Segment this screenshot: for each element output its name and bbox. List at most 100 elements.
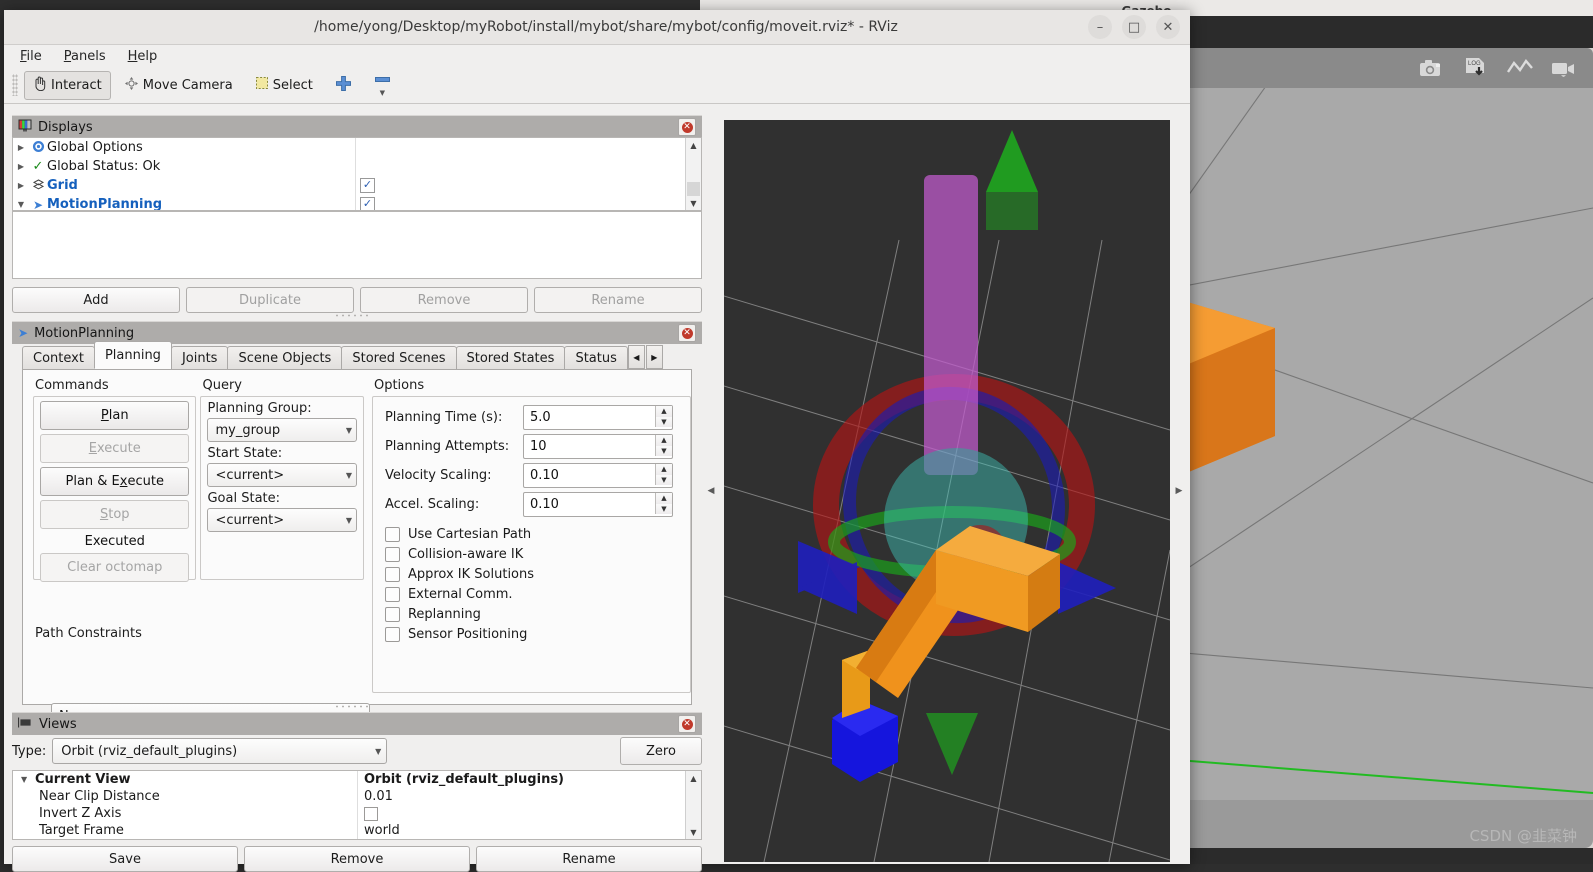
views-row-value[interactable]: 0.01	[357, 788, 673, 805]
save-view-button[interactable]: Save	[12, 846, 238, 872]
planning-attempts-input[interactable]	[523, 438, 650, 455]
stepper-buttons[interactable]: ▲ ▼	[654, 435, 672, 456]
minimize-button[interactable]: –	[1088, 15, 1112, 39]
zero-button[interactable]: Zero	[620, 737, 702, 765]
expand-arrow-icon[interactable]: ▶	[13, 181, 29, 190]
views-splitter-grip[interactable]	[334, 704, 370, 709]
stepper-down-icon[interactable]: ▼	[654, 445, 672, 456]
clear-octomap-button[interactable]: Clear octomap	[40, 553, 190, 582]
stop-button[interactable]: Stop	[40, 500, 190, 529]
views-close-button[interactable]: ✕	[678, 715, 696, 733]
use-cartesian-path-checkbox[interactable]: Use Cartesian Path	[373, 527, 690, 542]
panel-splitter-grip[interactable]	[334, 313, 370, 318]
stepper-down-icon[interactable]: ▼	[654, 503, 672, 514]
stepper-buttons[interactable]: ▲ ▼	[654, 493, 672, 514]
external-comm-checkbox[interactable]: External Comm.	[373, 587, 690, 602]
menu-file[interactable]: File	[20, 49, 42, 64]
tool-remove[interactable]: ▼	[365, 68, 400, 102]
tab-status[interactable]: Status	[564, 346, 628, 369]
sensor-positioning-checkbox[interactable]: Sensor Positioning	[373, 627, 690, 642]
tool-select[interactable]: Select	[246, 71, 322, 99]
rename-view-button[interactable]: Rename	[476, 846, 702, 872]
tool-add[interactable]	[326, 70, 361, 101]
velocity-scaling-stepper[interactable]: ▲ ▼	[522, 463, 673, 488]
remove-view-button[interactable]: Remove	[244, 846, 470, 872]
views-tree[interactable]: ▼ Current View Orbit (rviz_default_plugi…	[12, 770, 702, 840]
tab-joints[interactable]: Joints	[170, 346, 229, 369]
tree-row[interactable]: ▼ ➤ MotionPlanning ✓	[13, 195, 701, 210]
stepper-down-icon[interactable]: ▼	[654, 474, 672, 485]
tab-scroll-left-icon[interactable]: ◀	[627, 345, 645, 369]
display-enabled-checkbox[interactable]: ✓	[360, 197, 375, 210]
planning-time-stepper[interactable]: ▲ ▼	[522, 405, 673, 430]
stepper-up-icon[interactable]: ▲	[654, 493, 672, 504]
duplicate-button[interactable]: Duplicate	[186, 287, 354, 313]
tab-scene-objects[interactable]: Scene Objects	[227, 346, 343, 369]
menu-panels[interactable]: Panels	[64, 49, 106, 64]
tab-planning[interactable]: Planning	[93, 341, 172, 369]
viewport-splitter-left[interactable]: ◀	[704, 120, 718, 862]
plot-icon[interactable]	[1505, 55, 1535, 81]
displays-scrollbar[interactable]: ▲ ▼	[685, 138, 701, 210]
planning-attempts-stepper[interactable]: ▲ ▼	[522, 434, 673, 459]
stepper-up-icon[interactable]: ▲	[654, 435, 672, 446]
stepper-up-icon[interactable]: ▲	[654, 464, 672, 475]
stepper-buttons[interactable]: ▲ ▼	[654, 464, 672, 485]
start-state-select[interactable]: <current> ▼	[207, 463, 357, 487]
goal-state-select[interactable]: <current> ▼	[207, 508, 357, 532]
collision-aware-ik-checkbox[interactable]: Collision-aware IK	[373, 547, 690, 562]
tab-stored-scenes[interactable]: Stored Scenes	[341, 346, 457, 369]
expand-arrow-icon[interactable]: ▶	[13, 162, 29, 171]
tree-row[interactable]: ▶ Global Options	[13, 138, 701, 157]
motion-planning-close-button[interactable]: ✕	[678, 324, 696, 342]
viewport-splitter-right[interactable]: ▶	[1172, 120, 1186, 862]
tree-row[interactable]: ▶ ✓ Global Status: Ok	[13, 157, 701, 176]
stepper-buttons[interactable]: ▲ ▼	[654, 406, 672, 427]
scroll-down-icon[interactable]: ▼	[686, 825, 701, 839]
stepper-down-icon[interactable]: ▼	[654, 416, 672, 427]
menu-help[interactable]: Help	[128, 49, 158, 64]
tab-scroll-right-icon[interactable]: ▶	[645, 345, 663, 369]
plan-and-execute-button[interactable]: Plan & Ex ecute	[40, 467, 190, 496]
views-scrollbar[interactable]: ▲ ▼	[685, 771, 701, 839]
execute-button[interactable]: Execute	[40, 434, 190, 463]
video-icon[interactable]	[1549, 55, 1579, 81]
tool-move-camera[interactable]: Move Camera	[115, 71, 242, 100]
log-icon[interactable]: LOG	[1461, 55, 1491, 81]
tool-interact[interactable]: Interact	[24, 70, 111, 100]
chevron-down-icon[interactable]: ▼	[380, 89, 385, 97]
scroll-up-icon[interactable]: ▲	[686, 138, 701, 152]
scroll-down-icon[interactable]: ▼	[686, 196, 701, 210]
invert-z-axis-checkbox[interactable]	[364, 806, 378, 821]
rename-button[interactable]: Rename	[534, 287, 702, 313]
planning-group-select[interactable]: my_group ▼	[207, 418, 357, 442]
remove-button[interactable]: Remove	[360, 287, 528, 313]
tab-context[interactable]: Context	[22, 346, 95, 369]
tab-stored-states[interactable]: Stored States	[455, 346, 566, 369]
approx-ik-solutions-checkbox[interactable]: Approx IK Solutions	[373, 567, 690, 582]
add-button[interactable]: Add	[12, 287, 180, 313]
views-row-value[interactable]: world	[357, 822, 673, 839]
planning-time-input[interactable]	[523, 409, 650, 426]
displays-tree[interactable]: ▶ Global Options ▶ ✓ Global Status: Ok ▶…	[12, 137, 702, 211]
accel-scaling-stepper[interactable]: ▲ ▼	[522, 492, 673, 517]
expand-arrow-icon[interactable]: ▶	[13, 143, 29, 152]
toolbar-grip[interactable]	[12, 74, 18, 96]
plan-button[interactable]: Plan	[40, 401, 190, 430]
accel-scaling-input[interactable]	[523, 496, 650, 513]
maximize-button[interactable]: □	[1122, 15, 1146, 39]
scroll-up-icon[interactable]: ▲	[686, 771, 701, 785]
tree-row[interactable]: ▶ Grid ✓	[13, 176, 701, 195]
replanning-checkbox[interactable]: Replanning	[373, 607, 690, 622]
views-row-invert-z-axis[interactable]: Invert Z Axis	[13, 805, 701, 822]
velocity-scaling-input[interactable]	[523, 467, 650, 484]
collapse-arrow-icon[interactable]: ▼	[21, 771, 27, 788]
views-row-current-view[interactable]: ▼ Current View Orbit (rviz_default_plugi…	[13, 771, 701, 788]
collapse-arrow-icon[interactable]: ▼	[13, 200, 29, 209]
views-type-select[interactable]: Orbit (rviz_default_plugins) ▼	[52, 738, 388, 764]
rviz-3d-viewport[interactable]	[724, 120, 1170, 862]
screenshot-icon[interactable]	[1417, 55, 1447, 81]
scrollbar-thumb[interactable]	[687, 182, 700, 196]
stepper-up-icon[interactable]: ▲	[654, 406, 672, 417]
display-enabled-checkbox[interactable]: ✓	[360, 178, 375, 193]
